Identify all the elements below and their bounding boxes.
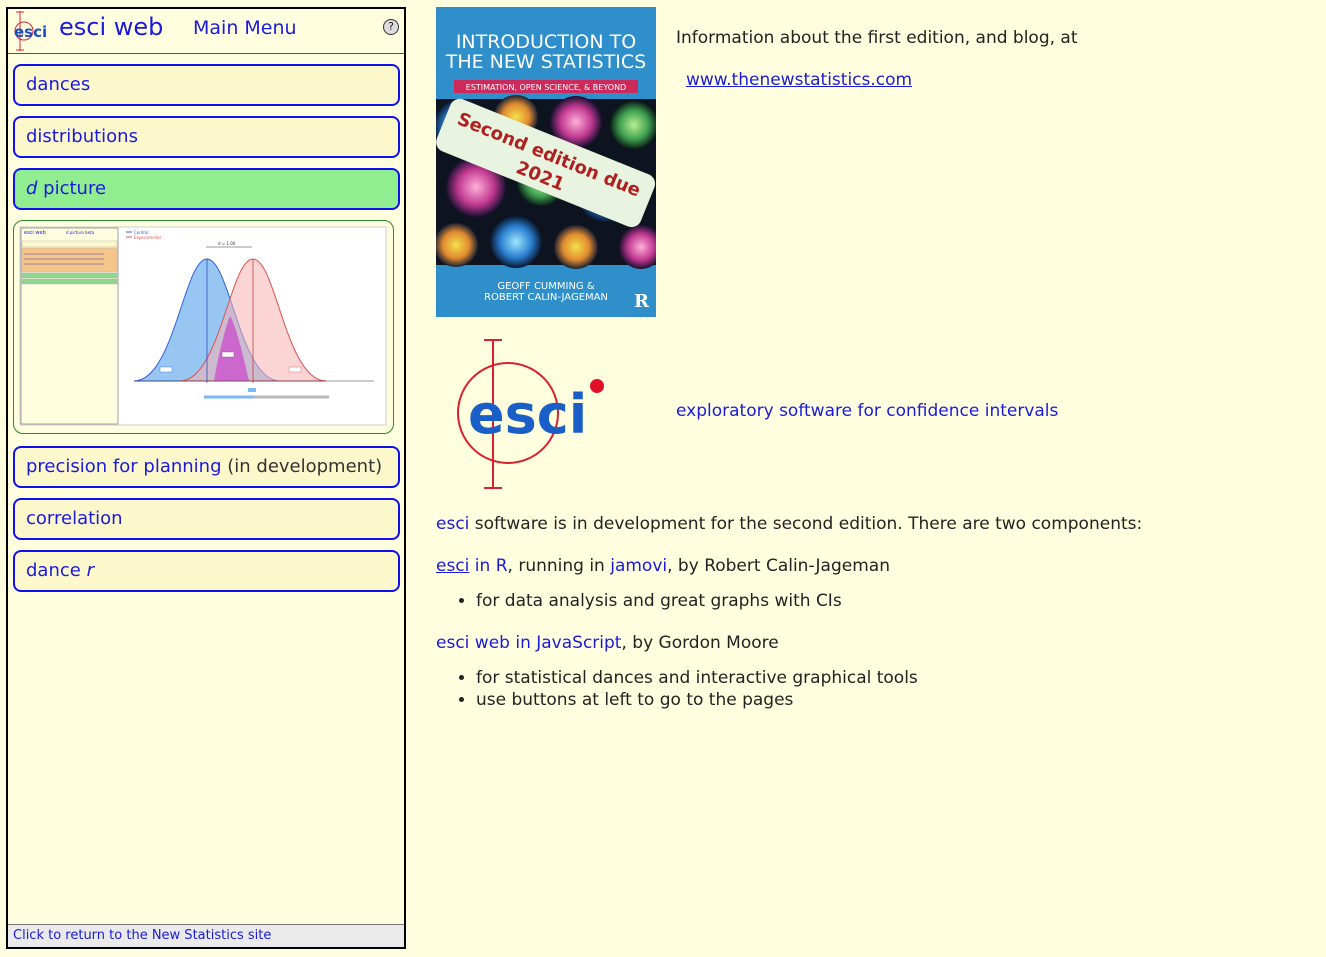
return-to-new-statistics-link[interactable]: Click to return to the New Statistics si… <box>8 924 404 947</box>
dances-button[interactable]: dances <box>13 64 400 106</box>
esci-web-link[interactable]: esci web in JavaScript <box>436 633 621 653</box>
distributions-button[interactable]: distributions <box>13 116 400 158</box>
first-edition-info: Information about the first edition, and… <box>676 28 1078 48</box>
svg-text:ESTIMATION, OPEN SCIENCE, & BE: ESTIMATION, OPEN SCIENCE, & BEYOND <box>466 83 626 92</box>
esci-web-line: esci web in JavaScript, by Gordon Moore <box>436 633 779 653</box>
main-menu-panel: esci esci web Main Menu ? dances distrib… <box>6 7 406 949</box>
esci-in-r-line: esci in R, running in jamovi, by Robert … <box>436 556 890 576</box>
svg-text:esci web: esci web <box>24 230 46 236</box>
svg-text:d = 1.00: d = 1.00 <box>218 241 236 246</box>
d-picture-button[interactable]: d picture <box>13 168 400 210</box>
list-item: for data analysis and great graphs with … <box>476 590 842 612</box>
jamovi-link[interactable]: jamovi <box>610 556 667 576</box>
esci-web-features: for statistical dances and interactive g… <box>436 667 918 711</box>
svg-text:ROBERT CALIN-JAGEMAN: ROBERT CALIN-JAGEMAN <box>484 292 608 303</box>
dance-r-button[interactable]: dance r <box>13 550 400 592</box>
svg-text:INTRODUCTION TO: INTRODUCTION TO <box>456 31 636 53</box>
correlation-button[interactable]: correlation <box>13 498 400 540</box>
new-statistics-site-link[interactable]: www.thenewstatistics.com <box>686 70 912 90</box>
svg-text:GEOFF CUMMING &: GEOFF CUMMING & <box>497 281 595 292</box>
correlation-label: correlation <box>26 508 123 529</box>
esci-logo-small[interactable]: esci <box>10 11 50 51</box>
svg-text:d picture beta: d picture beta <box>66 230 95 235</box>
dances-label: dances <box>26 74 91 95</box>
svg-text:THE NEW STATISTICS: THE NEW STATISTICS <box>445 51 647 73</box>
development-note: esci software is in development for the … <box>436 514 1143 534</box>
svg-text:esci: esci <box>14 23 47 41</box>
app-title[interactable]: esci web <box>59 13 163 41</box>
book-cover-image[interactable]: INTRODUCTION TO THE NEW STATISTICS ESTIM… <box>436 7 656 317</box>
distributions-label: distributions <box>26 126 138 147</box>
precision-for-planning-button[interactable]: precision for planning (in development) <box>13 446 400 488</box>
svg-text:Experimental: Experimental <box>134 235 161 240</box>
footer-link-text: Click to return to the New Statistics si… <box>13 928 272 943</box>
esci-r-link[interactable]: esci <box>436 556 469 576</box>
d-picture-label: d picture <box>26 178 107 199</box>
esci-tagline: exploratory software for confidence inte… <box>676 401 1059 421</box>
svg-text:esci: esci <box>468 383 587 446</box>
esci-r-features: for data analysis and great graphs with … <box>436 590 842 612</box>
d-picture-preview[interactable]: esci web d picture beta Control Experime… <box>13 220 394 434</box>
question-circle-icon[interactable]: ? <box>383 19 399 35</box>
list-item: for statistical dances and interactive g… <box>476 667 918 689</box>
dance-r-label: dance r <box>26 560 94 581</box>
precision-for-planning-label: precision for planning (in development) <box>26 456 383 477</box>
d-picture-thumbnail: esci web d picture beta Control Experime… <box>19 226 387 426</box>
esci-logo-large: esci <box>457 339 604 489</box>
main-menu-title: Main Menu <box>193 17 297 39</box>
list-item: use buttons at left to go to the pages <box>476 689 918 711</box>
svg-text:R: R <box>634 291 650 312</box>
menu-header: esci esci web Main Menu ? <box>8 9 404 54</box>
